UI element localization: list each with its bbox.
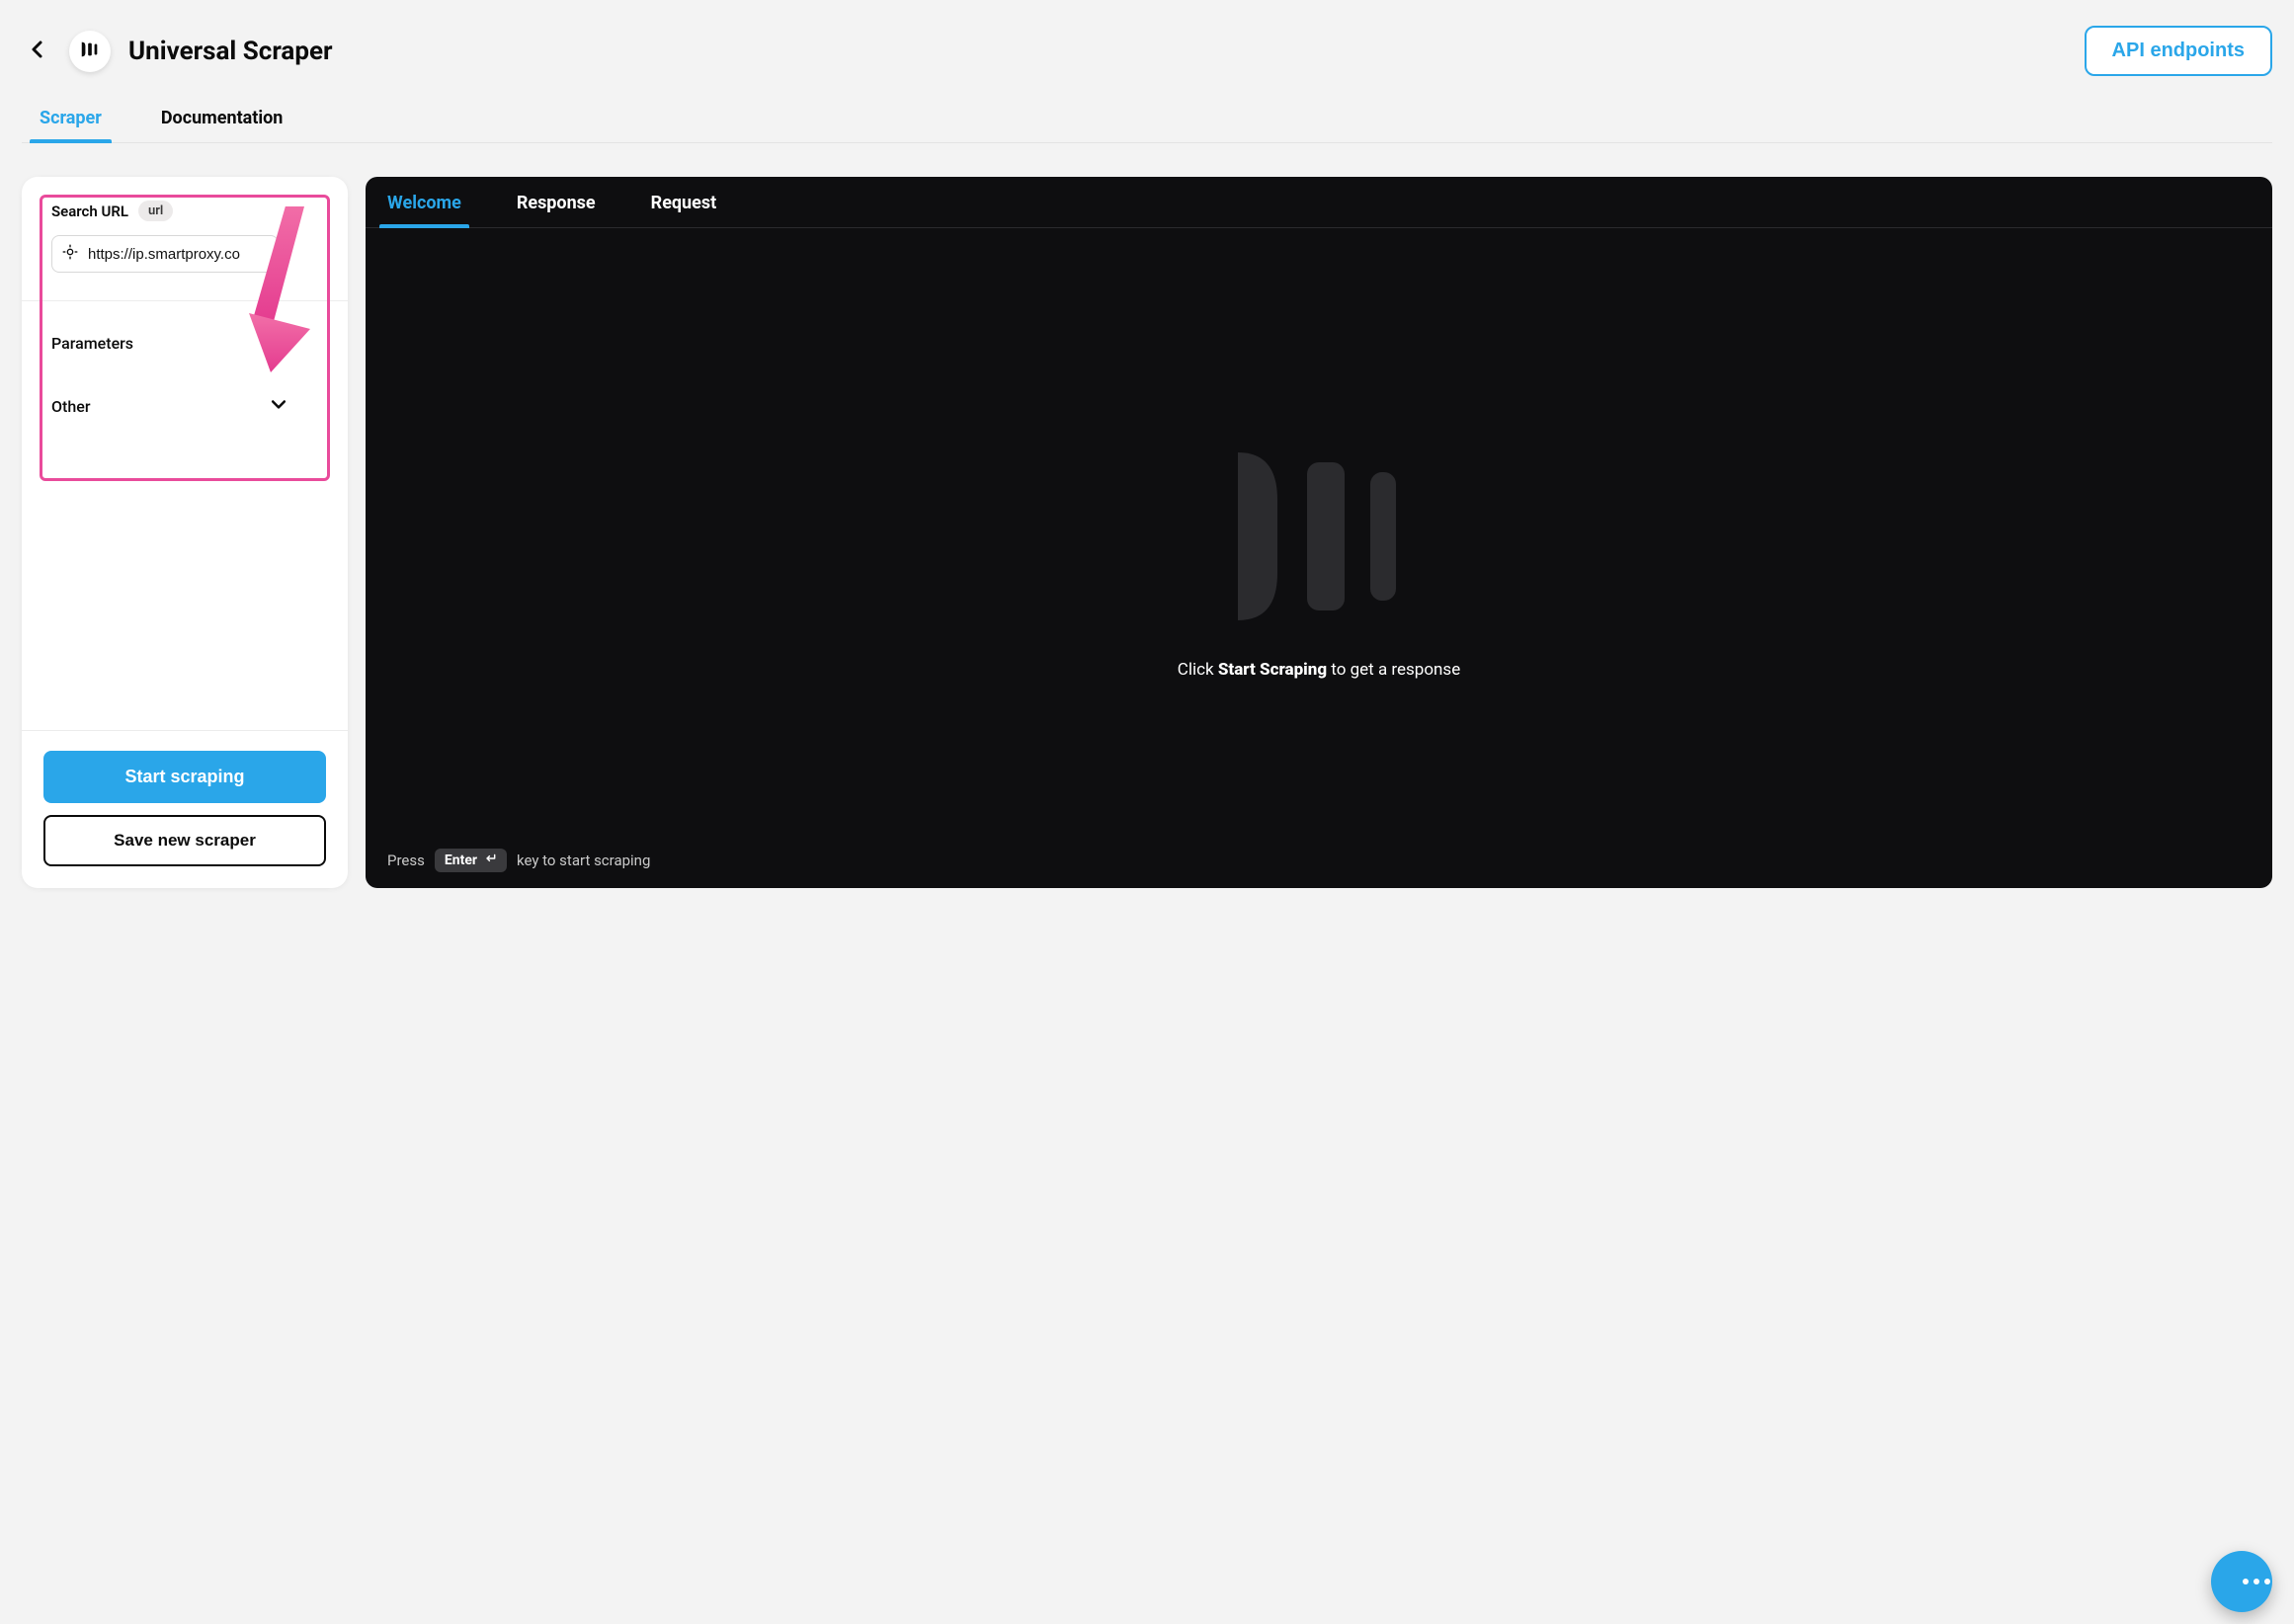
search-url-label: Search URL bbox=[51, 203, 128, 220]
header: Universal Scraper API endpoints bbox=[22, 14, 2272, 94]
chat-bubble-button[interactable] bbox=[2211, 1551, 2272, 1612]
accordion-other[interactable]: Other bbox=[51, 374, 288, 438]
search-url-chip: url bbox=[138, 201, 173, 221]
enter-icon bbox=[483, 852, 497, 869]
api-endpoints-button[interactable]: API endpoints bbox=[2085, 26, 2272, 76]
accordion: Parameters Other bbox=[22, 301, 348, 438]
tab-scraper[interactable]: Scraper bbox=[40, 94, 102, 142]
chevron-down-icon bbox=[269, 394, 288, 418]
accordion-parameters[interactable]: Parameters bbox=[51, 311, 288, 374]
start-scraping-button[interactable]: Start scraping bbox=[43, 751, 326, 803]
tab-welcome[interactable]: Welcome bbox=[387, 177, 461, 227]
header-left: Universal Scraper bbox=[24, 31, 333, 72]
back-button[interactable] bbox=[24, 38, 51, 65]
chat-dots-icon bbox=[2243, 1579, 2270, 1584]
footer-press: Press bbox=[387, 852, 425, 869]
search-url-input-wrap[interactable] bbox=[51, 235, 279, 273]
main-panel-tabs: Welcome Response Request bbox=[366, 177, 2272, 228]
main-panel-footer: Press Enter key to start scraping bbox=[366, 835, 2272, 888]
chevron-left-icon bbox=[26, 38, 49, 64]
footer-suffix: key to start scraping bbox=[517, 852, 650, 869]
welcome-message: Click Start Scraping to get a response bbox=[1178, 660, 1460, 680]
accordion-parameters-label: Parameters bbox=[51, 334, 133, 353]
tab-response[interactable]: Response bbox=[517, 177, 596, 227]
tab-request[interactable]: Request bbox=[651, 177, 717, 227]
sidebar-actions: Start scraping Save new scraper bbox=[22, 730, 348, 888]
layout: Search URL url Parameters bbox=[22, 177, 2272, 888]
welcome-message-bold: Start Scraping bbox=[1218, 660, 1327, 680]
brand-bars-large-icon bbox=[1210, 443, 1428, 634]
main-panel: Welcome Response Request Click Start Scr… bbox=[366, 177, 2272, 888]
tab-documentation[interactable]: Documentation bbox=[161, 94, 284, 142]
welcome-message-suffix: to get a response bbox=[1327, 660, 1460, 680]
chevron-down-icon bbox=[269, 331, 288, 355]
search-url-section: Search URL url bbox=[22, 177, 348, 292]
page-title: Universal Scraper bbox=[128, 37, 333, 66]
welcome-content: Click Start Scraping to get a response bbox=[366, 228, 2272, 835]
search-url-input[interactable] bbox=[88, 246, 285, 263]
accordion-other-label: Other bbox=[51, 397, 90, 416]
target-icon bbox=[62, 244, 78, 264]
chat-icon bbox=[2213, 1565, 2243, 1598]
save-new-scraper-button[interactable]: Save new scraper bbox=[43, 815, 326, 866]
sidebar-card: Search URL url Parameters bbox=[22, 177, 348, 888]
top-tabs: Scraper Documentation bbox=[22, 94, 2272, 143]
welcome-message-prefix: Click bbox=[1178, 660, 1218, 680]
enter-key-hint: Enter bbox=[435, 849, 507, 872]
brand-badge bbox=[69, 31, 111, 72]
search-url-label-row: Search URL url bbox=[51, 201, 318, 221]
kbd-enter-label: Enter bbox=[445, 853, 477, 868]
brand-bars-icon bbox=[79, 39, 101, 64]
